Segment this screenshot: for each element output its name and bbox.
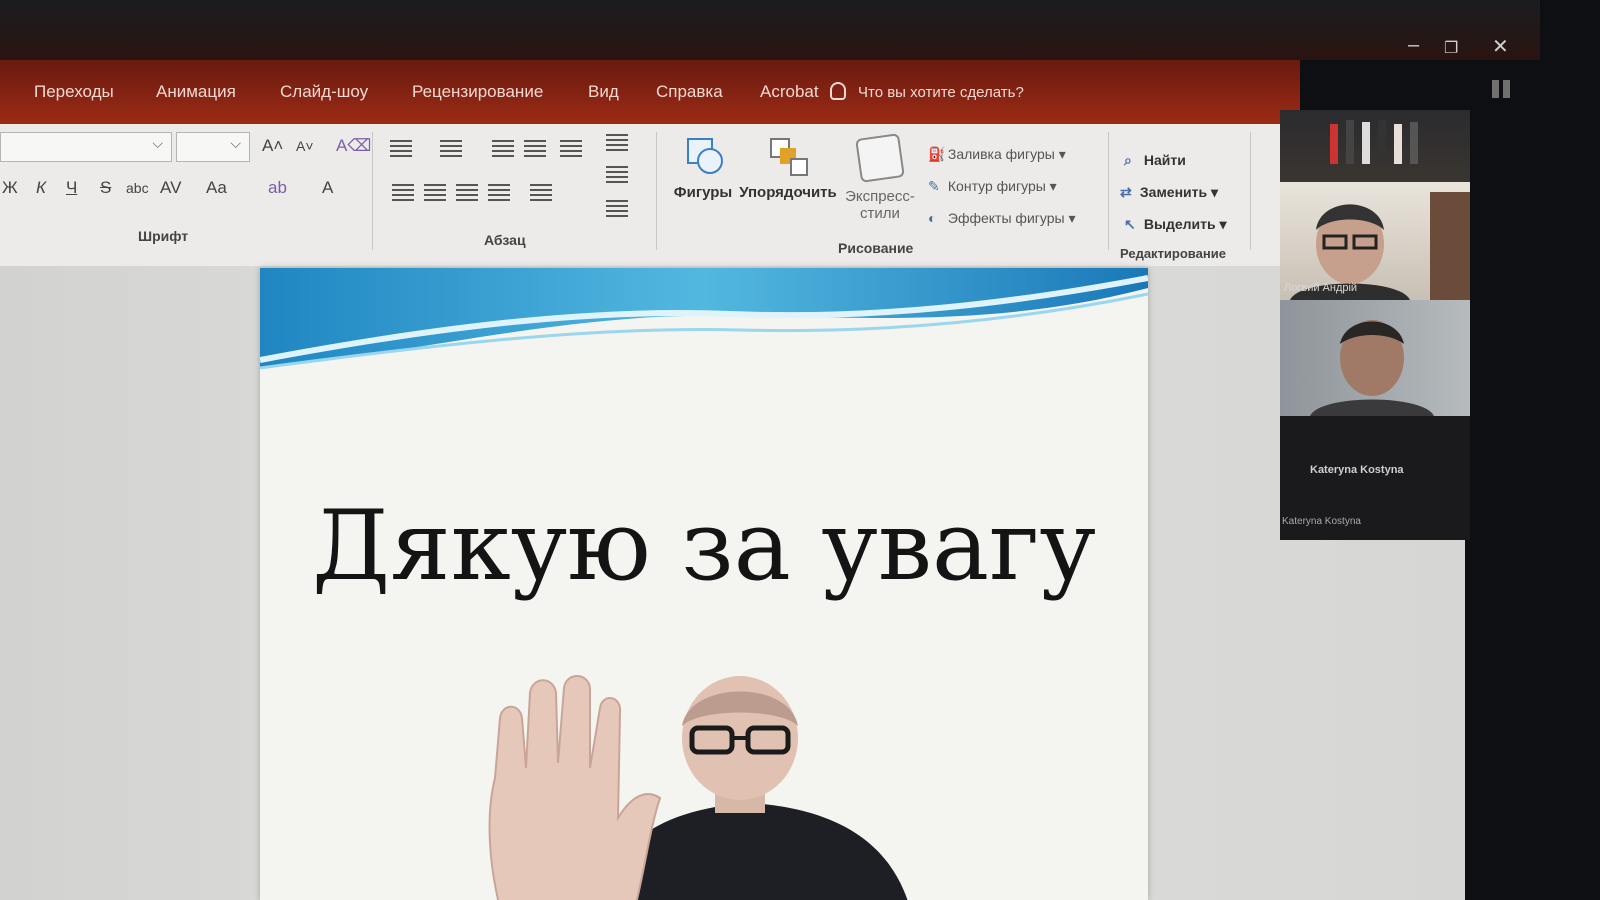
shapes-button[interactable]: Фигуры — [668, 136, 738, 201]
participants-panel: Логвий Андрій Kateryna Kostyna Kateryna … — [1280, 110, 1470, 540]
slide-canvas[interactable]: Дякую за увагу — [260, 268, 1148, 900]
smartart-icon[interactable] — [606, 200, 628, 218]
tab-acrobat[interactable]: Acrobat — [760, 82, 819, 102]
group-label-paragraph: Абзац — [484, 232, 526, 248]
participant-tile-2[interactable] — [1280, 300, 1470, 416]
grow-font-button[interactable]: A˄ — [262, 136, 283, 156]
underline-button[interactable]: Ч — [66, 178, 77, 198]
tell-me-search[interactable]: Что вы хотите сделать? — [830, 82, 1024, 101]
participant-video-2 — [1310, 320, 1434, 416]
replace-button[interactable]: ⇄ Заменить ▾ — [1120, 184, 1218, 201]
char-spacing-button[interactable]: AV — [160, 178, 181, 198]
justify-icon[interactable] — [488, 184, 510, 202]
clear-formatting-button[interactable]: A⌫ — [336, 136, 371, 156]
highlight-button[interactable]: ab — [268, 178, 287, 198]
participant-label-3: Kateryna Kostyna — [1282, 516, 1361, 527]
effects-icon: ◐ — [928, 210, 937, 226]
shape-fill-button[interactable]: ⛽ Заливка фигуры ▾ — [928, 146, 1066, 163]
shape-effects-label: Эффекты фигуры — [947, 210, 1065, 226]
slide-title[interactable]: Дякую за увагу — [260, 490, 1148, 602]
group-label-font: Шрифт — [138, 228, 189, 244]
quick-styles-button[interactable]: Экспресс- стили — [840, 133, 920, 222]
shapes-label: Фигуры — [673, 184, 733, 201]
slide-wave-header — [260, 268, 1148, 370]
room-video — [1330, 120, 1418, 164]
pencil-icon: ✎ — [928, 178, 940, 194]
tab-transitions[interactable]: Переходы — [34, 82, 114, 102]
tab-animations[interactable]: Анимация — [156, 82, 236, 102]
shape-outline-button[interactable]: ✎ Контур фигуры ▾ — [928, 178, 1057, 195]
person-stop-gesture-image — [488, 675, 908, 900]
minimize-button[interactable]: – — [1408, 34, 1419, 57]
decrease-indent-icon[interactable] — [492, 140, 514, 158]
search-icon: ⌕ — [1124, 152, 1132, 168]
ribbon-home: ⌵ ⌵ A˄ A˅ A⌫ Ж К Ч S abc AV Aa ab A Шриф… — [0, 124, 1300, 266]
shapes-icon — [683, 136, 723, 176]
columns-icon[interactable] — [530, 184, 552, 202]
ribbon-tabs: Переходы Анимация Слайд-шоу Рецензирован… — [0, 60, 1300, 124]
grid-view-icon[interactable] — [1492, 80, 1510, 98]
shape-effects-button[interactable]: ◐ Эффекты фигуры ▾ — [928, 210, 1075, 227]
italic-button[interactable]: К — [36, 178, 46, 198]
title-bar — [0, 0, 1540, 60]
tell-me-text: Что вы хотите сделать? — [858, 84, 1024, 101]
text-direction-icon[interactable] — [606, 134, 628, 152]
tab-help[interactable]: Справка — [656, 82, 723, 102]
quick-styles-label-1: Экспресс- — [845, 188, 915, 205]
find-button[interactable]: ⌕ Найти — [1124, 152, 1186, 169]
quick-styles-icon — [855, 133, 905, 183]
divider — [656, 132, 657, 250]
align-left-icon[interactable] — [392, 184, 414, 202]
shape-fill-label: Заливка фигуры — [947, 146, 1055, 162]
participant-tile-1[interactable]: Логвий Андрій — [1280, 182, 1470, 300]
tab-view[interactable]: Вид — [588, 82, 619, 102]
align-center-icon[interactable] — [424, 184, 446, 202]
shape-outline-label: Контур фигуры — [947, 178, 1046, 194]
align-text-icon[interactable] — [606, 166, 628, 184]
cursor-icon: ↖ — [1124, 216, 1136, 232]
maximize-button[interactable]: ❐ — [1444, 38, 1458, 58]
participant-name-1: Логвий Андрій — [1284, 282, 1358, 294]
tab-review[interactable]: Рецензирование — [412, 82, 543, 102]
participant-tile-room[interactable] — [1280, 110, 1470, 182]
paint-bucket-icon: ⛽ — [928, 146, 946, 162]
divider — [1250, 132, 1251, 250]
increase-indent-icon[interactable] — [524, 140, 546, 158]
select-button[interactable]: ↖ Выделить ▾ — [1124, 216, 1227, 233]
divider — [372, 132, 373, 250]
divider — [1108, 132, 1109, 250]
change-case-button[interactable]: Aa — [206, 178, 227, 198]
replace-label: Заменить — [1139, 184, 1208, 200]
shrink-font-button[interactable]: A˅ — [296, 138, 314, 154]
align-right-icon[interactable] — [456, 184, 478, 202]
find-label: Найти — [1143, 152, 1186, 168]
replace-icon: ⇄ — [1120, 184, 1132, 200]
font-size-select[interactable]: ⌵ — [176, 132, 250, 162]
numbering-icon[interactable] — [440, 140, 462, 158]
group-label-drawing: Рисование — [838, 240, 914, 256]
group-label-editing: Редактирование — [1120, 246, 1226, 261]
bold-button[interactable]: Ж — [2, 178, 18, 198]
font-color-button[interactable]: A — [322, 178, 333, 198]
tab-slideshow[interactable]: Слайд-шоу — [280, 82, 368, 102]
chevron-down-icon: ⌵ — [152, 135, 163, 151]
quick-styles-label-2: стили — [860, 205, 900, 222]
strikethrough-button[interactable]: S — [100, 178, 111, 198]
arrange-icon — [768, 136, 808, 176]
select-label: Выделить — [1143, 216, 1216, 232]
font-family-select[interactable]: ⌵ — [0, 132, 172, 162]
line-spacing-icon[interactable] — [560, 140, 582, 158]
shadow-button[interactable]: abc — [126, 180, 149, 196]
bullets-icon[interactable] — [390, 140, 412, 158]
arrange-button[interactable]: Упорядочить — [738, 136, 838, 201]
chevron-down-icon: ⌵ — [230, 135, 241, 151]
participant-name-3: Kateryna Kostyna — [1310, 464, 1404, 476]
close-button[interactable]: ✕ — [1492, 34, 1509, 59]
participant-tile-3[interactable]: Kateryna Kostyna Kateryna Kostyna — [1280, 416, 1470, 540]
arrange-label: Упорядочить — [739, 184, 837, 201]
lightbulb-icon — [830, 82, 846, 100]
